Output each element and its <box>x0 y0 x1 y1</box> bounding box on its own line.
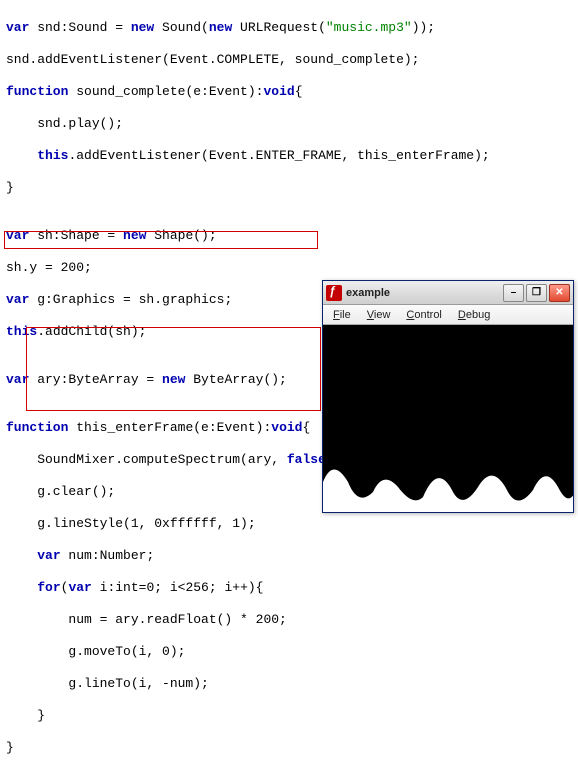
window-titlebar[interactable]: example – ❐ ✕ <box>323 281 573 305</box>
menu-view[interactable]: View <box>361 308 397 322</box>
code-line: g.lineTo(i, -num); <box>6 676 572 692</box>
code-line: } <box>6 180 572 196</box>
code-line: snd.addEventListener(Event.COMPLETE, sou… <box>6 52 572 68</box>
flash-icon <box>326 285 342 301</box>
code-line: this.addEventListener(Event.ENTER_FRAME,… <box>6 148 572 164</box>
menu-debug[interactable]: Debug <box>452 308 496 322</box>
close-button[interactable]: ✕ <box>549 284 570 302</box>
code-line: g.lineStyle(1, 0xffffff, 1); <box>6 516 572 532</box>
flash-window: example – ❐ ✕ File View Control Debug <box>322 280 574 513</box>
code-line: var num:Number; <box>6 548 572 564</box>
code-line: sh.y = 200; <box>6 260 572 276</box>
window-menubar: File View Control Debug <box>323 305 573 325</box>
code-line: num = ary.readFloat() * 200; <box>6 612 572 628</box>
code-line: } <box>6 740 572 756</box>
code-line: for(var i:int=0; i<256; i++){ <box>6 580 572 596</box>
menu-file[interactable]: File <box>327 308 357 322</box>
spectrum-wave-icon <box>323 452 573 512</box>
minimize-button[interactable]: – <box>503 284 524 302</box>
code-line: var snd:Sound = new Sound(new URLRequest… <box>6 20 572 36</box>
code-line: g.moveTo(i, 0); <box>6 644 572 660</box>
window-title: example <box>346 287 503 299</box>
code-line: } <box>6 708 572 724</box>
menu-control[interactable]: Control <box>400 308 447 322</box>
code-line: var sh:Shape = new Shape(); <box>6 228 572 244</box>
maximize-button[interactable]: ❐ <box>526 284 547 302</box>
flash-stage[interactable] <box>323 325 573 512</box>
code-line: function sound_complete(e:Event):void{ <box>6 84 572 100</box>
code-line: snd.play(); <box>6 116 572 132</box>
